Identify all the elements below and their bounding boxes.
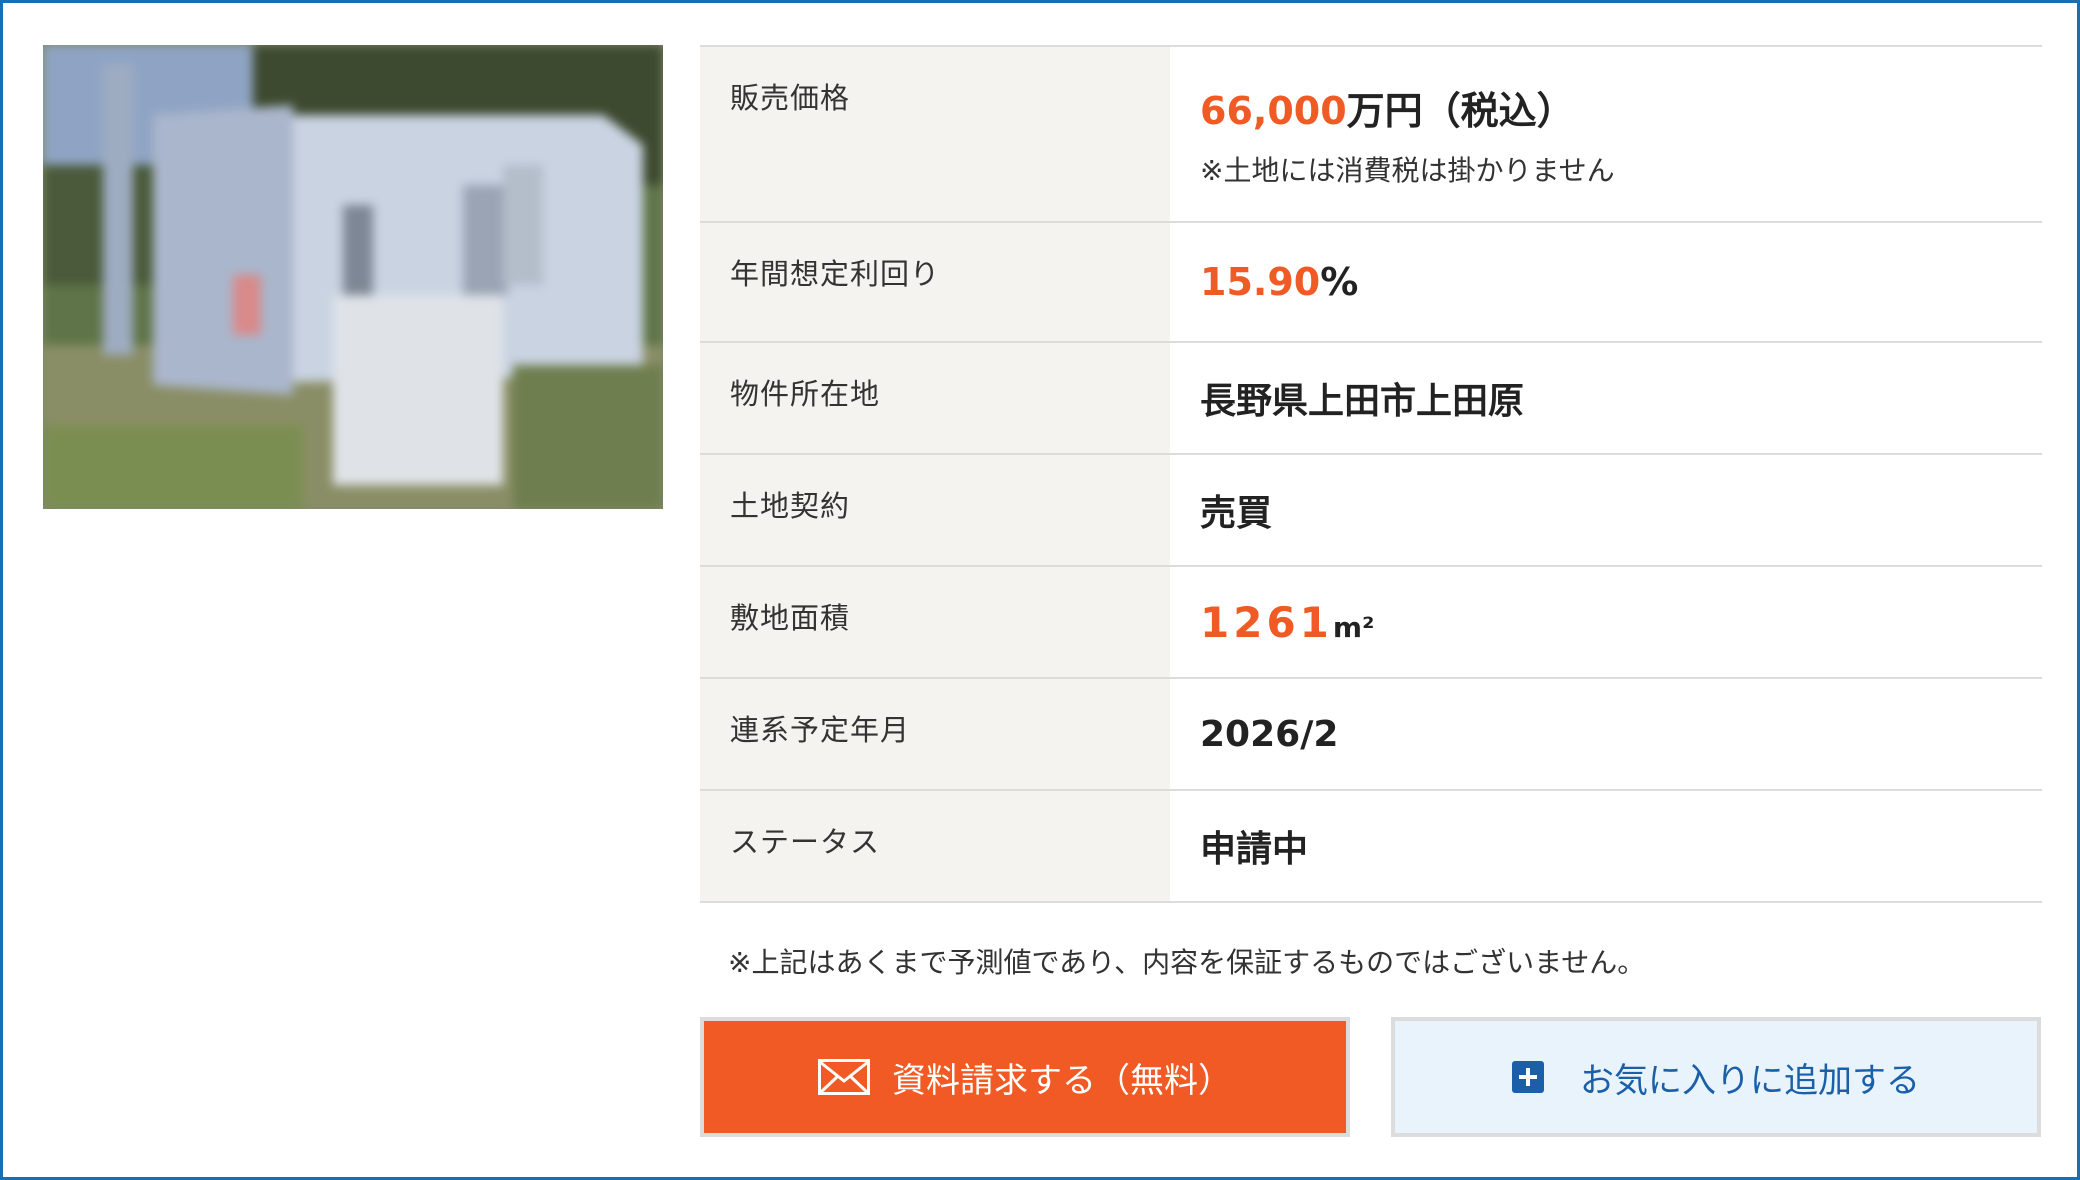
price-cell: 66,000万円（税込） ※土地には消費税は掛かりません (1170, 47, 2042, 221)
grid-connection-label: 連系予定年月 (700, 679, 1170, 789)
status-value: 申請中 (1170, 791, 2042, 901)
plus-icon (1512, 1061, 1544, 1093)
request-documents-button[interactable]: 資料請求する（無料） (700, 1017, 1350, 1137)
listing-card: 販売価格 66,000万円（税込） ※土地には消費税は掛かりません 年間想定利回… (0, 0, 2080, 1180)
spec-row-yield: 年間想定利回り 15.90% (700, 223, 2042, 343)
location-label: 物件所在地 (700, 343, 1170, 453)
price-value: 66,000万円（税込） (1200, 80, 2042, 135)
add-favorite-button[interactable]: お気に入りに追加する (1391, 1017, 2041, 1137)
spec-row-area: 敷地面積 1261m² (700, 567, 2042, 679)
price-amount: 66,000 (1200, 88, 1347, 133)
add-favorite-label: お気に入りに追加する (1580, 1060, 1920, 1101)
area-cell: 1261m² (1170, 567, 2042, 677)
spec-row-location: 物件所在地 長野県上田市上田原 (700, 343, 2042, 455)
request-documents-label: 資料請求する（無料） (892, 1060, 1232, 1101)
disclaimer-note: ※上記はあくまで予測値であり、内容を保証するものではございません。 (728, 946, 1646, 979)
area-value: 1261 (1200, 597, 1333, 647)
yield-label: 年間想定利回り (700, 223, 1170, 341)
property-spec-table: 販売価格 66,000万円（税込） ※土地には消費税は掛かりません 年間想定利回… (700, 45, 2042, 903)
mail-icon (818, 1059, 870, 1095)
price-tax-note: ※土地には消費税は掛かりません (1200, 153, 1615, 187)
spec-row-grid-connection: 連系予定年月 2026/2 (700, 679, 2042, 791)
land-contract-value: 売買 (1170, 455, 2042, 565)
area-unit: m² (1332, 610, 1375, 644)
price-unit: 万円（税込） (1346, 88, 1575, 133)
yield-value: 15.90 (1200, 260, 1321, 304)
yield-cell: 15.90% (1170, 223, 2042, 341)
spec-row-land-contract: 土地契約 売買 (700, 455, 2042, 567)
yield-unit: % (1320, 260, 1359, 304)
grid-connection-value: 2026/2 (1170, 679, 2042, 789)
status-label: ステータス (700, 791, 1170, 901)
location-value: 長野県上田市上田原 (1170, 343, 2042, 453)
spec-row-status: ステータス 申請中 (700, 791, 2042, 903)
property-photo (43, 45, 663, 509)
area-label: 敷地面積 (700, 567, 1170, 677)
price-label: 販売価格 (700, 47, 1170, 221)
land-contract-label: 土地契約 (700, 455, 1170, 565)
spec-row-price: 販売価格 66,000万円（税込） ※土地には消費税は掛かりません (700, 47, 2042, 223)
